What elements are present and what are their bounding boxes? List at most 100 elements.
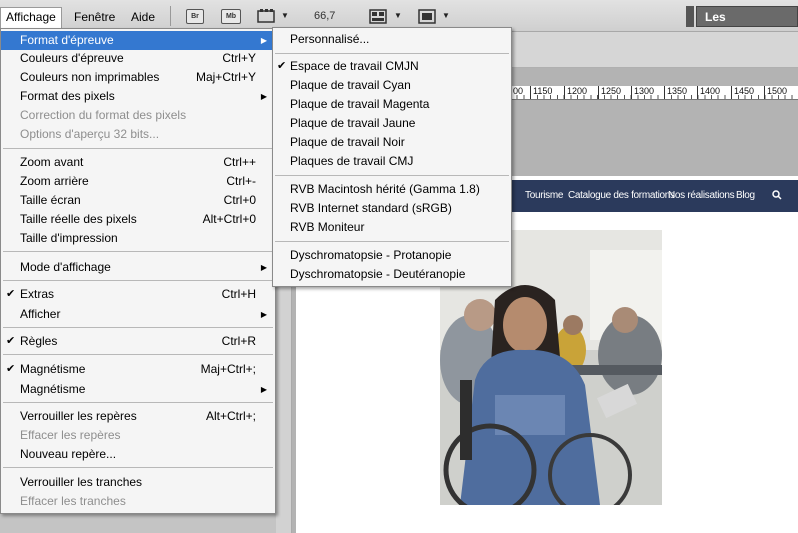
screen-mode-icon[interactable] [418, 9, 436, 27]
submenu-arrow-icon: ▶ [260, 263, 267, 272]
menu-fenetre[interactable]: Fenêtre [70, 8, 119, 26]
menu-item-taille-reelle[interactable]: Taille réelle des pixels Alt+Ctrl+0 [1, 210, 275, 229]
nav-item-blog: Blog [736, 190, 755, 201]
checkmark-icon: ✔ [6, 288, 16, 300]
ruler-tick: 1450 [731, 86, 754, 99]
menu-item-taille-impression[interactable]: Taille d'impression [1, 229, 275, 248]
menu-item-label: Mode d'affichage [20, 260, 111, 274]
submenu-item-personnalise[interactable]: Personnalisé... [273, 30, 511, 49]
menu-item-options-apercu-32: Options d'aperçu 32 bits... [1, 125, 275, 144]
menu-item-couleurs-epreuve[interactable]: Couleurs d'épreuve Ctrl+Y [1, 49, 275, 68]
horizontal-ruler[interactable]: 00 1150 1200 1250 1300 1350 1400 1450 15… [510, 86, 798, 100]
submenu-item-cyan[interactable]: Plaque de travail Cyan [273, 76, 511, 95]
chevron-down-icon[interactable]: ▼ [442, 11, 450, 20]
menu-divider [275, 241, 509, 242]
menu-item-shortcut: Ctrl++ [223, 155, 256, 169]
menu-item-effacer-reperes: Effacer les repères [1, 426, 275, 445]
menu-item-zoom-arriere[interactable]: Zoom arrière Ctrl+- [1, 172, 275, 191]
menu-item-label: Magnétisme [20, 382, 86, 396]
menu-item-label: Correction du format des pixels [20, 108, 187, 122]
menu-item-extras[interactable]: ✔ Extras Ctrl+H [1, 285, 275, 304]
menu-item-regles[interactable]: ✔ Règles Ctrl+R [1, 332, 275, 351]
menu-item-verrouiller-tranches[interactable]: Verrouiller les tranches [1, 473, 275, 492]
menu-divider [3, 467, 273, 468]
menu-item-zoom-avant[interactable]: Zoom avant Ctrl++ [1, 153, 275, 172]
checkmark-icon: ✔ [277, 60, 287, 72]
menu-item-label: RVB Macintosh hérité (Gamma 1.8) [290, 182, 480, 196]
menu-item-mode-affichage[interactable]: Mode d'affichage ▶ [1, 258, 275, 277]
menu-item-label: Format d'épreuve [20, 33, 114, 47]
chevron-down-icon[interactable]: ▼ [394, 11, 402, 20]
menu-item-label: Règles [20, 334, 58, 348]
menu-item-afficher[interactable]: Afficher ▶ [1, 305, 275, 324]
menu-divider [3, 148, 273, 149]
menu-item-label: Personnalisé... [290, 32, 370, 46]
submenu-item-cmjn[interactable]: ✔ Espace de travail CMJN [273, 57, 511, 76]
submenu-item-deuteranopie[interactable]: Dyschromatopsie - Deutéranopie [273, 265, 511, 284]
film-strip-icon[interactable] [257, 9, 275, 27]
website-nav-bar: Tourisme Catalogue des formations Nos ré… [510, 180, 798, 212]
menu-item-couleurs-non-imprimables[interactable]: Couleurs non imprimables Maj+Ctrl+Y [1, 68, 275, 87]
nav-item-tourisme: Tourisme [525, 190, 564, 201]
submenu-arrow-icon: ▶ [260, 36, 267, 45]
menu-item-label: Couleurs d'épreuve [20, 51, 124, 65]
menu-item-label: Plaque de travail Jaune [290, 116, 416, 130]
menu-item-format-epreuve[interactable]: Format d'épreuve ▶ [1, 31, 275, 50]
menu-divider [3, 327, 273, 328]
chevron-down-icon[interactable]: ▼ [281, 11, 289, 20]
nav-item-realisations: Nos réalisations [668, 190, 735, 201]
submenu-item-jaune[interactable]: Plaque de travail Jaune [273, 114, 511, 133]
menu-item-label: Verrouiller les repères [20, 409, 137, 423]
menu-aide[interactable]: Aide [127, 8, 159, 26]
arrange-documents-icon[interactable] [369, 9, 387, 27]
menu-item-label: Dyschromatopsie - Protanopie [290, 248, 452, 262]
menu-item-magnetisme-submenu[interactable]: Magnétisme ▶ [1, 380, 275, 399]
menu-item-magnetisme-toggle[interactable]: ✔ Magnétisme Maj+Ctrl+; [1, 360, 275, 379]
submenu-item-rvb-macintosh[interactable]: RVB Macintosh hérité (Gamma 1.8) [273, 180, 511, 199]
submenu-item-protanopie[interactable]: Dyschromatopsie - Protanopie [273, 246, 511, 265]
menu-item-shortcut: Maj+Ctrl+Y [195, 70, 256, 84]
menu-item-label: Espace de travail CMJN [290, 59, 419, 73]
zoom-level[interactable]: 66,7 [314, 10, 335, 22]
submenu-arrow-icon: ▶ [260, 310, 267, 319]
ruler-tick: 1250 [598, 86, 621, 99]
menu-item-label: Taille d'impression [20, 231, 118, 245]
menu-divider [3, 251, 273, 252]
menu-divider [3, 402, 273, 403]
bridge-button[interactable]: Br [186, 9, 204, 24]
menu-item-verrouiller-reperes[interactable]: Verrouiller les repères Alt+Ctrl+; [1, 407, 275, 426]
menu-item-shortcut: Ctrl+H [221, 287, 256, 301]
submenu-item-magenta[interactable]: Plaque de travail Magenta [273, 95, 511, 114]
menu-item-label: Zoom arrière [20, 174, 89, 188]
menu-divider [275, 53, 509, 54]
minibridge-button[interactable]: Mb [221, 9, 241, 24]
workspace-tab-edge [686, 6, 694, 27]
submenu-item-rvb-moniteur[interactable]: RVB Moniteur [273, 218, 511, 237]
menu-item-taille-ecran[interactable]: Taille écran Ctrl+0 [1, 191, 275, 210]
submenu-item-noir[interactable]: Plaque de travail Noir [273, 133, 511, 152]
submenu-item-cmj[interactable]: Plaques de travail CMJ [273, 152, 511, 171]
menu-item-label: Zoom avant [20, 155, 84, 169]
affichage-menu: Format d'épreuve ▶ Couleurs d'épreuve Ct… [0, 28, 276, 514]
menu-item-label: Nouveau repère... [20, 447, 117, 461]
menu-affichage[interactable]: Affichage [0, 7, 62, 28]
menu-item-label: Taille réelle des pixels [20, 212, 137, 226]
workspace-switcher[interactable]: Les indispensabl [696, 6, 798, 45]
menu-item-nouveau-repere[interactable]: Nouveau repère... [1, 445, 275, 464]
menu-item-shortcut: Ctrl+0 [223, 193, 256, 207]
ruler-tick: 1500 [764, 86, 787, 99]
submenu-item-srgb[interactable]: RVB Internet standard (sRGB) [273, 199, 511, 218]
submenu-arrow-icon: ▶ [260, 92, 267, 101]
menu-item-shortcut: Alt+Ctrl+; [205, 409, 256, 423]
ruler-tick: 1200 [564, 86, 587, 99]
menu-item-label: Afficher [20, 307, 61, 321]
menu-item-label: Plaque de travail Magenta [290, 97, 430, 111]
menu-item-label: Couleurs non imprimables [20, 70, 160, 84]
menu-divider [3, 354, 273, 355]
menu-divider [275, 175, 509, 176]
menu-item-label: Plaque de travail Noir [290, 135, 405, 149]
ruler-tick: 1300 [631, 86, 654, 99]
menu-item-format-pixels[interactable]: Format des pixels ▶ [1, 87, 275, 106]
menu-item-label: Dyschromatopsie - Deutéranopie [290, 267, 466, 281]
menu-item-label: Effacer les tranches [20, 494, 126, 508]
